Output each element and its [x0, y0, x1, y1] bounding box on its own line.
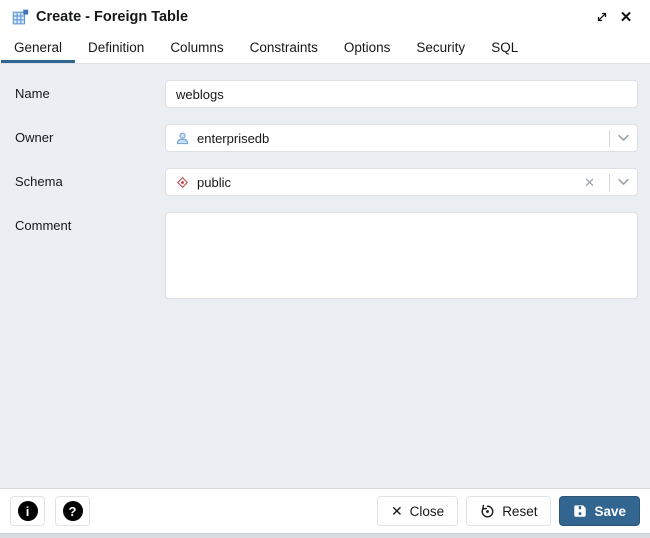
- chevron-down-icon[interactable]: [617, 178, 629, 186]
- dialog-title: Create - Foreign Table: [36, 9, 590, 25]
- tab-security[interactable]: Security: [403, 34, 478, 63]
- owner-select[interactable]: enterprisedb: [165, 124, 638, 152]
- schema-label: Schema: [12, 168, 165, 189]
- name-label: Name: [12, 80, 165, 101]
- close-x-icon: ✕: [391, 504, 403, 518]
- chevron-down-icon[interactable]: [617, 134, 629, 142]
- name-row: Name: [12, 80, 638, 108]
- tab-columns[interactable]: Columns: [157, 34, 236, 63]
- schema-row: Schema public ✕: [12, 168, 638, 196]
- user-icon: [175, 131, 190, 146]
- info-icon: i: [18, 501, 38, 521]
- name-input[interactable]: [165, 80, 638, 108]
- owner-row: Owner enterprisedb: [12, 124, 638, 152]
- save-icon: [573, 504, 587, 518]
- select-separator: [609, 130, 610, 147]
- tab-sql[interactable]: SQL: [478, 34, 531, 63]
- dialog-bottom-edge: [0, 533, 650, 538]
- help-icon: ?: [63, 501, 83, 521]
- reset-button-label: Reset: [502, 504, 537, 519]
- reset-icon: [480, 504, 495, 519]
- schema-select[interactable]: public ✕: [165, 168, 638, 196]
- expand-icon[interactable]: [590, 5, 614, 29]
- tab-general[interactable]: General: [1, 34, 75, 63]
- save-button[interactable]: Save: [559, 496, 640, 526]
- close-icon[interactable]: ✕: [614, 5, 638, 29]
- owner-value: enterprisedb: [197, 131, 602, 146]
- dialog-tabbar: General Definition Columns Constraints O…: [0, 34, 650, 64]
- close-button-label: Close: [410, 504, 445, 519]
- dialog-titlebar: Create - Foreign Table ✕: [0, 0, 650, 34]
- tab-definition[interactable]: Definition: [75, 34, 157, 63]
- reset-button[interactable]: Reset: [466, 496, 551, 526]
- create-foreign-table-dialog: Create - Foreign Table ✕ General Definit…: [0, 0, 650, 538]
- info-button[interactable]: i: [10, 496, 45, 526]
- tab-constraints[interactable]: Constraints: [237, 34, 331, 63]
- foreign-table-icon: [12, 9, 29, 26]
- comment-label: Comment: [12, 212, 165, 233]
- comment-textarea[interactable]: [165, 212, 638, 299]
- clear-icon[interactable]: ✕: [577, 176, 602, 189]
- schema-diamond-icon: [175, 175, 190, 190]
- general-tab-panel: Name Owner enterprisedb: [0, 64, 650, 488]
- dialog-footer: i ? ✕ Close Reset: [0, 488, 650, 533]
- owner-label: Owner: [12, 124, 165, 145]
- tab-options[interactable]: Options: [331, 34, 404, 63]
- save-button-label: Save: [594, 504, 626, 519]
- help-button[interactable]: ?: [55, 496, 90, 526]
- schema-value: public: [197, 175, 577, 190]
- select-separator: [609, 174, 610, 191]
- close-button[interactable]: ✕ Close: [377, 496, 458, 526]
- comment-row: Comment: [12, 212, 638, 299]
